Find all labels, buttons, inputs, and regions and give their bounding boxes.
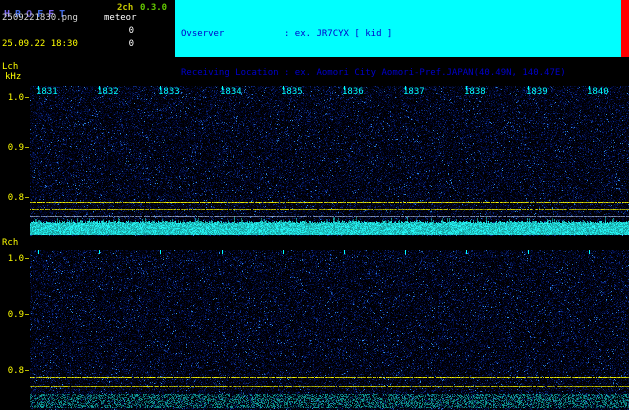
- time-label: 1833: [158, 87, 180, 97]
- lch-spectrogram: [30, 86, 629, 236]
- rch-ytick: 0.9: [2, 310, 24, 320]
- khz-unit-label: kHz: [5, 72, 21, 82]
- app-version-channels: 2ch: [117, 3, 133, 13]
- lch-ytick: 1.0: [2, 93, 24, 103]
- signal-level-marker: [621, 0, 629, 57]
- rch-tick-mark: [25, 370, 29, 371]
- lch-ytick: 0.9: [2, 143, 24, 153]
- rch-spectrogram: [30, 250, 629, 410]
- lch-ytick: 0.8: [2, 193, 24, 203]
- rch-tick-mark: [25, 258, 29, 259]
- lch-tick-mark: [25, 197, 29, 198]
- rch-channel-label: Rch: [2, 238, 18, 248]
- app-version-number: 0.3.0: [140, 3, 167, 13]
- time-label: 1832: [97, 87, 119, 97]
- time-label: 1839: [526, 87, 548, 97]
- observer-info-line: Receiving Location : ex. Aomori City Aom…: [181, 67, 622, 80]
- time-label: 1840: [587, 87, 609, 97]
- lch-channel-label: Lch: [2, 62, 18, 72]
- timestamp: 25.09.22 18:30: [2, 39, 78, 49]
- rch-ytick: 1.0: [2, 254, 24, 264]
- time-label: 1834: [220, 87, 242, 97]
- lch-tick-mark: [25, 97, 29, 98]
- time-label: 1831: [36, 87, 58, 97]
- lch-tick-mark: [25, 147, 29, 148]
- observer-info-line: Ovserver : ex. JR7CYX [ kid ]: [181, 28, 622, 41]
- mode-label: meteor: [104, 13, 137, 23]
- time-label: 1835: [281, 87, 303, 97]
- time-label: 1837: [403, 87, 425, 97]
- rch-ytick: 0.8: [2, 366, 24, 376]
- observer-info-panel: Ovserver : ex. JR7CYX [ kid ] Receiving …: [175, 0, 622, 57]
- meteor-count-total: 0: [100, 39, 134, 49]
- hrofft-screen: HROFFT 2ch 0.3.0 2509221830.png meteor 0…: [0, 0, 629, 410]
- time-label: 1836: [342, 87, 364, 97]
- time-label: 1838: [464, 87, 486, 97]
- output-filename: 2509221830.png: [2, 13, 78, 23]
- status-panel: HROFFT 2ch 0.3.0 2509221830.png meteor 0…: [0, 0, 175, 84]
- rch-tick-mark: [25, 314, 29, 315]
- meteor-count-current: 0: [100, 26, 134, 36]
